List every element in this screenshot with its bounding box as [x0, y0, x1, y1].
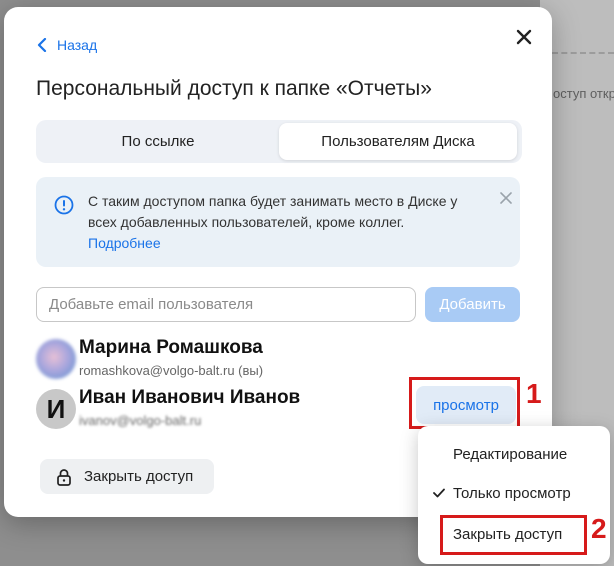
- user-email: ivanov@volgo-balt.ru: [79, 413, 202, 428]
- menu-item-label: Только просмотр: [453, 485, 571, 502]
- learn-more-link[interactable]: Подробнее: [88, 233, 161, 254]
- tab-by-link[interactable]: По ссылке: [39, 123, 277, 160]
- access-tabs: По ссылке Пользователям Диска: [36, 120, 522, 163]
- user-email: romashkova@volgo-balt.ru (вы): [79, 363, 264, 378]
- close-access-button[interactable]: Закрыть доступ: [40, 459, 214, 494]
- add-user-button[interactable]: Добавить: [425, 287, 520, 322]
- tab-disk-users[interactable]: Пользователям Диска: [279, 123, 517, 160]
- info-banner: С таким доступом папка будет занимать ме…: [36, 177, 520, 267]
- user-name: Марина Ромашкова: [79, 337, 263, 358]
- lock-icon: [57, 469, 71, 486]
- user-row-owner: Марина Ромашкова romashkova@volgo-balt.r…: [36, 337, 526, 381]
- menu-item-view-only[interactable]: Только просмотр: [418, 477, 610, 511]
- close-button[interactable]: [512, 25, 536, 49]
- annotation-box-2: [440, 515, 587, 555]
- info-text-block: С таким доступом папка будет занимать ме…: [88, 191, 488, 254]
- back-button-label: Назад: [57, 37, 98, 53]
- background-text: оступ откр: [553, 86, 614, 101]
- user-name: Иван Иванович Иванов: [79, 387, 301, 408]
- background-divider: [552, 52, 614, 54]
- checkmark-icon: [433, 488, 445, 498]
- menu-item-edit[interactable]: Редактирование: [418, 438, 610, 472]
- annotation-number-1: 1: [526, 378, 542, 409]
- avatar: [36, 339, 76, 379]
- back-button[interactable]: Назад: [37, 37, 97, 53]
- dialog-title: Персональный доступ к папке «Отчеты»: [36, 77, 432, 100]
- annotation-number-2: 2: [591, 513, 607, 544]
- info-message: С таким доступом папка будет занимать ме…: [88, 193, 458, 230]
- avatar: И: [36, 389, 76, 429]
- menu-item-label: Редактирование: [453, 446, 568, 463]
- dismiss-info-icon[interactable]: [500, 192, 512, 204]
- close-access-label: Закрыть доступ: [84, 468, 194, 485]
- chevron-left-icon: [37, 38, 47, 52]
- email-input[interactable]: [36, 287, 416, 322]
- info-circle-icon: [54, 195, 74, 215]
- annotation-box-1: [409, 377, 520, 429]
- close-icon: [516, 29, 532, 45]
